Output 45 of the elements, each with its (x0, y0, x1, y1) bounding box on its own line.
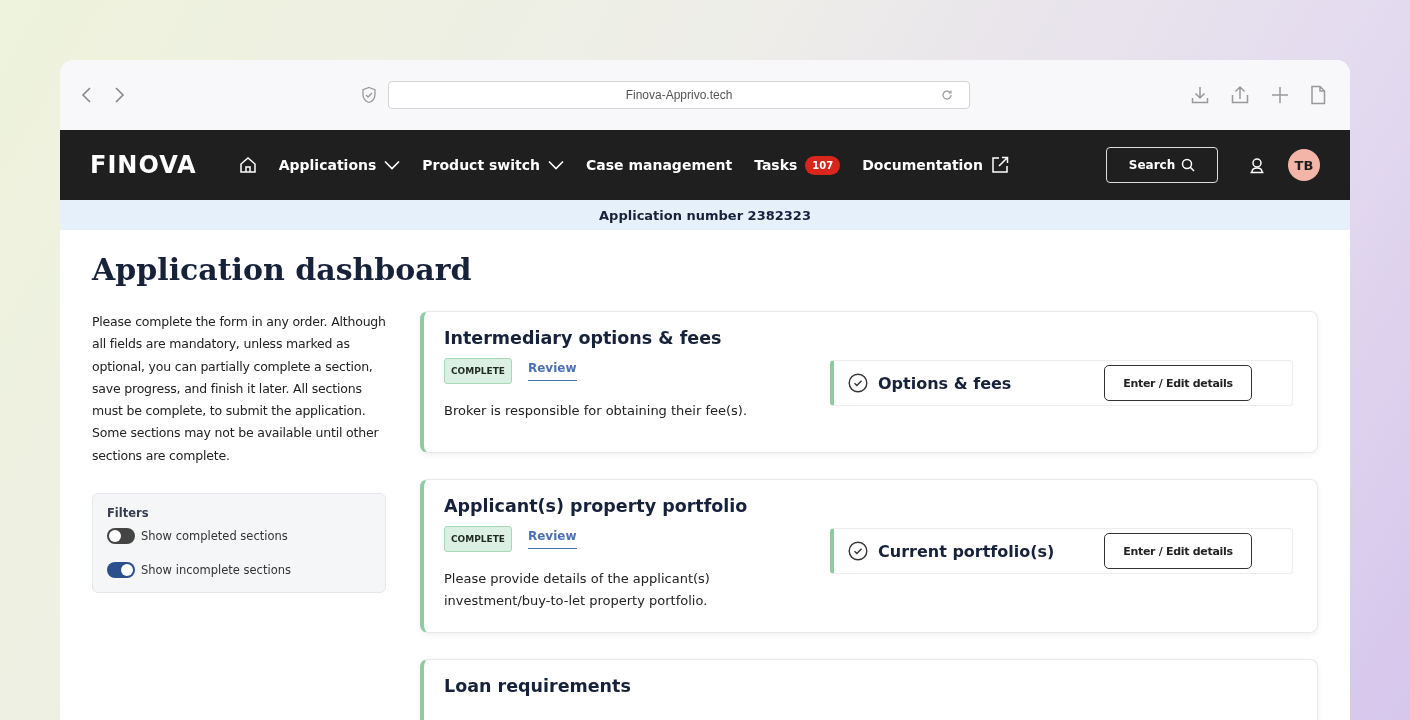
section-title: Intermediary options & fees (444, 328, 723, 348)
reload-icon[interactable] (941, 89, 953, 101)
support-agent-icon[interactable] (1248, 156, 1266, 174)
nav-link[interactable]: Applications (278, 157, 377, 173)
section-title: Loan requirements (444, 676, 632, 696)
section-description: Broker is responsible for obtaining their fee(s). (444, 402, 749, 420)
share-icon[interactable] (1230, 85, 1250, 105)
application-number-banner: Application number 2382323 (60, 200, 1350, 230)
chevron-down-icon (548, 160, 564, 170)
toggle-label: Show incomplete sections (141, 563, 291, 578)
back-icon[interactable] (80, 86, 92, 104)
search-button[interactable]: Search (1106, 147, 1218, 183)
instructions-text: Please complete the form in any order. Although all fields are mandatory, unless marked as optional, you can partially complete a section, save progress, and finish it later. All sections must be complete, to submit the application. Some sections may not be available until other sections are complete. (92, 313, 386, 465)
nav-link[interactable]: Tasks (754, 157, 798, 173)
toggle-switch[interactable] (107, 562, 135, 579)
page-title: Application dashboard (92, 252, 473, 287)
logo[interactable]: FINOVA (90, 151, 197, 179)
task-title: Current portfolio(s) (878, 541, 1056, 561)
edit-details-button[interactable]: Enter / Edit details (1104, 365, 1252, 401)
plus-icon[interactable] (1270, 85, 1290, 105)
chevron-down-icon (384, 160, 401, 170)
external-link-icon (990, 156, 1009, 174)
nav-link[interactable]: Documentation (862, 157, 983, 173)
search-icon (1181, 158, 1196, 172)
filters-heading: Filters (107, 506, 150, 521)
toggle-label: Show completed sections (141, 529, 288, 544)
home-icon[interactable] (238, 156, 257, 174)
user-avatar[interactable]: TB (1288, 149, 1320, 181)
status-badge: COMPLETE (444, 526, 512, 552)
download-icon[interactable] (1190, 85, 1210, 105)
address-bar[interactable]: Finova-Apprivo.tech (388, 81, 970, 109)
toggle-switch[interactable] (107, 528, 135, 545)
nav-link[interactable]: Product switch (422, 157, 540, 173)
document-icon[interactable] (1310, 85, 1326, 105)
section-description: Please provide details of the applicant(s) investment/buy-to-let property portfolio. (444, 570, 711, 610)
review-link[interactable]: Review (528, 529, 577, 549)
review-link[interactable]: Review (528, 361, 577, 381)
nav-link[interactable]: Case management (586, 157, 733, 173)
status-badge: COMPLETE (444, 358, 512, 384)
section-title: Applicant(s) property portfolio (444, 496, 749, 516)
edit-details-button[interactable]: Enter / Edit details (1104, 533, 1252, 569)
forward-icon[interactable] (114, 86, 126, 104)
shield-icon (360, 86, 378, 104)
task-title: Options & fees (878, 373, 1013, 393)
count-badge: 107 (805, 155, 841, 175)
